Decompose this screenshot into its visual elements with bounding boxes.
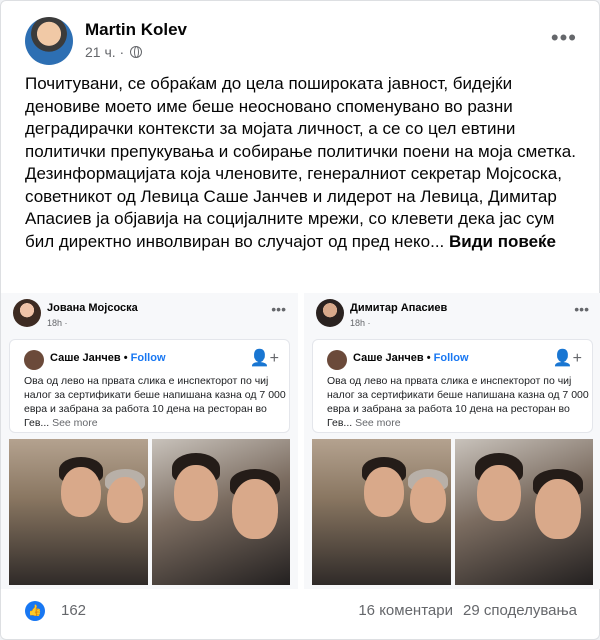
group-photo	[9, 439, 148, 585]
face-shape	[61, 467, 101, 517]
face-shape	[231, 479, 278, 539]
see-more-link[interactable]: Види повеќе	[449, 232, 556, 251]
embedded-photos	[9, 439, 290, 585]
embedded-post-header: Јована Мојсоска 18h · •••	[13, 299, 290, 335]
shared-text: Ова од лево на првата слика е инспекторо…	[24, 374, 286, 430]
reactions-bar: 👍 162 16 коментари 29 споделувања	[25, 599, 577, 623]
embedded-time: 18h ·	[350, 318, 371, 328]
engagement-stats: 16 коментари 29 споделувања	[358, 602, 577, 619]
embedded-avatar	[316, 299, 344, 327]
globe-icon	[130, 46, 143, 58]
shared-post: Саше Јанчев • Follow 👤+ Ова од лево на п…	[9, 339, 290, 433]
author-avatar[interactable]	[25, 17, 73, 65]
add-friend-icon: 👤+	[552, 350, 582, 367]
embedded-more-icon: •••	[271, 301, 286, 317]
facebook-post-card: Martin Kolev 21 ч. · ••• Почитувани, се …	[0, 0, 600, 640]
shared-post: Саше Јанчев • Follow 👤+ Ова од лево на п…	[312, 339, 593, 433]
embedded-author: Јована Мојсоска	[47, 302, 138, 314]
shared-author: Саше Јанчев • Follow	[353, 352, 469, 364]
embedded-post-header: Димитар Апасиев 18h · •••	[316, 299, 593, 335]
face-shape	[364, 467, 404, 517]
screenshot-image-2[interactable]: Димитар Апасиев 18h · ••• Саше Јанчев • …	[304, 293, 600, 589]
group-photo	[312, 439, 451, 585]
add-friend-icon: 👤+	[249, 350, 279, 367]
shared-author-name: Саше Јанчев	[50, 352, 121, 364]
comments-count[interactable]: 16 коментари	[358, 602, 453, 619]
shared-avatar	[327, 350, 347, 370]
face-shape	[534, 479, 581, 539]
shared-author-name: Саше Јанчев	[353, 352, 424, 364]
image-gallery[interactable]: Јована Мојсоска 18h · ••• Саше Јанчев • …	[1, 293, 600, 589]
shared-author: Саше Јанчев • Follow	[50, 352, 166, 364]
post-meta: 21 ч. ·	[85, 44, 143, 60]
embedded-author: Димитар Апасиев	[350, 302, 448, 314]
face-shape	[410, 477, 446, 523]
embedded-time: 18h ·	[47, 318, 68, 328]
author-name[interactable]: Martin Kolev	[85, 20, 187, 40]
screenshot-image-1[interactable]: Јована Мојсоска 18h · ••• Саше Јанчев • …	[1, 293, 298, 589]
like-count[interactable]: 162	[61, 602, 86, 619]
shared-avatar	[24, 350, 44, 370]
embedded-photos	[312, 439, 593, 585]
embedded-avatar	[13, 299, 41, 327]
embedded-more-icon: •••	[574, 301, 589, 317]
post-text: Почитувани, се обраќам до цела поширокат…	[25, 73, 581, 253]
like-reaction-icon[interactable]: 👍	[25, 601, 45, 621]
shared-text: Ова од лево на првата слика е инспекторо…	[327, 374, 589, 430]
more-options-icon[interactable]: •••	[551, 27, 577, 49]
follow-link: Follow	[433, 352, 469, 364]
follow-link: Follow	[130, 352, 166, 364]
selfie-photo	[454, 439, 593, 585]
post-time[interactable]: 21 ч. ·	[85, 44, 124, 60]
post-body: Почитувани, се обраќам до цела поширокат…	[25, 74, 576, 251]
shared-see-more: See more	[355, 417, 401, 429]
face-shape	[476, 465, 521, 521]
shared-see-more: See more	[52, 417, 98, 429]
selfie-photo	[151, 439, 290, 585]
face-shape	[173, 465, 218, 521]
post-header: Martin Kolev 21 ч. · •••	[25, 17, 577, 65]
shares-count[interactable]: 29 споделувања	[463, 602, 577, 619]
face-shape	[107, 477, 143, 523]
